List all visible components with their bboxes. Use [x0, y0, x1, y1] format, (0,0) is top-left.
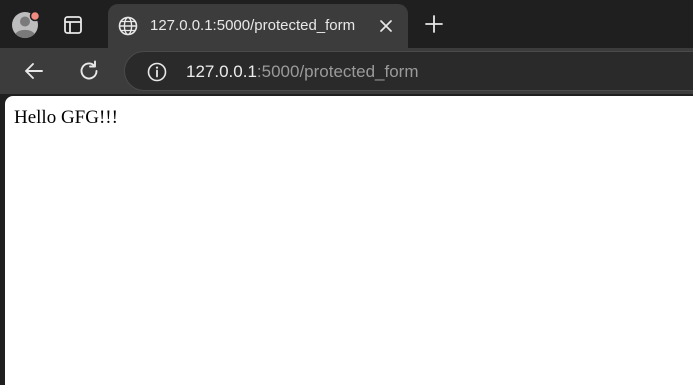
page-viewport: Hello GFG!!!	[5, 96, 693, 385]
toolbar: 127.0.0.1:5000/protected_form	[0, 48, 693, 94]
url-text[interactable]: 127.0.0.1:5000/protected_form	[186, 61, 419, 83]
info-icon[interactable]	[145, 60, 169, 84]
arrow-left-icon[interactable]	[21, 58, 47, 84]
address-bar[interactable]: 127.0.0.1:5000/protected_form	[124, 51, 693, 91]
globe-icon	[117, 15, 139, 37]
url-path: :5000/protected_form	[256, 62, 419, 81]
tab-title: 127.0.0.1:5000/protected_form	[150, 17, 356, 34]
tab-actions-icon[interactable]	[62, 14, 84, 36]
reload-icon[interactable]	[76, 58, 102, 84]
page-message: Hello GFG!!!	[14, 107, 118, 128]
close-icon[interactable]	[376, 16, 396, 36]
url-host: 127.0.0.1	[186, 62, 257, 81]
avatar-icon[interactable]	[11, 10, 41, 40]
tab-active[interactable]: 127.0.0.1:5000/protected_form	[108, 4, 408, 48]
plus-icon[interactable]	[422, 12, 446, 36]
tab-strip: 127.0.0.1:5000/protected_form	[0, 0, 693, 48]
